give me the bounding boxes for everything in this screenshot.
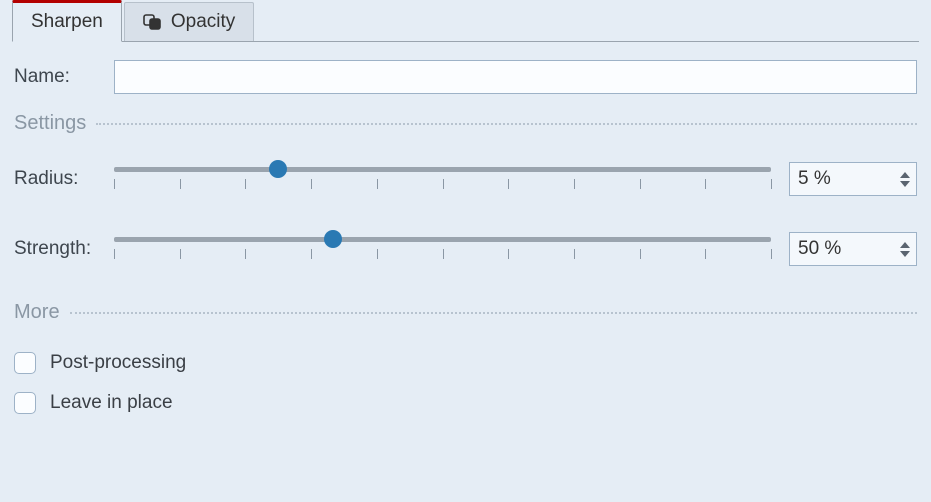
section-more: More <box>14 301 917 324</box>
strength-row: Strength: 50 % <box>14 231 917 267</box>
arrow-down-icon[interactable] <box>900 251 910 257</box>
radius-ticks <box>114 177 771 191</box>
section-settings-divider <box>96 123 917 125</box>
radius-slider[interactable] <box>114 161 771 197</box>
strength-thumb[interactable] <box>324 230 342 248</box>
radius-value: 5 % <box>790 163 894 195</box>
tab-bar: Sharpen Opacity <box>12 0 919 42</box>
section-more-title: More <box>14 301 60 324</box>
sharpen-panel: Sharpen Opacity Name: Settings Radius: <box>0 0 931 502</box>
arrow-up-icon[interactable] <box>900 242 910 248</box>
strength-track <box>114 237 771 242</box>
panel-body: Name: Settings Radius: 5 % <box>0 42 931 414</box>
leave-in-place-check[interactable]: Leave in place <box>14 392 917 414</box>
post-processing-check[interactable]: Post-processing <box>14 352 917 374</box>
section-settings: Settings <box>14 112 917 135</box>
section-more-divider <box>70 312 917 314</box>
section-settings-title: Settings <box>14 112 86 135</box>
radius-row: Radius: 5 % <box>14 161 917 197</box>
strength-stepper[interactable] <box>894 233 916 265</box>
tab-opacity-label: Opacity <box>171 11 235 33</box>
strength-ticks <box>114 247 771 261</box>
radius-spinner[interactable]: 5 % <box>789 162 917 196</box>
name-label: Name: <box>14 66 114 88</box>
name-row: Name: <box>14 60 917 94</box>
strength-slider[interactable] <box>114 231 771 267</box>
strength-label: Strength: <box>14 238 114 260</box>
strength-spinner[interactable]: 50 % <box>789 232 917 266</box>
post-processing-label: Post-processing <box>50 352 186 374</box>
strength-value: 50 % <box>790 233 894 265</box>
radius-stepper[interactable] <box>894 163 916 195</box>
arrow-down-icon[interactable] <box>900 181 910 187</box>
name-input[interactable] <box>114 60 917 94</box>
tab-sharpen[interactable]: Sharpen <box>12 0 122 42</box>
arrow-up-icon[interactable] <box>900 172 910 178</box>
checkbox-icon[interactable] <box>14 352 36 374</box>
mask-icon <box>143 13 165 31</box>
radius-thumb[interactable] <box>269 160 287 178</box>
checkbox-icon[interactable] <box>14 392 36 414</box>
tab-opacity[interactable]: Opacity <box>124 2 254 41</box>
tab-sharpen-label: Sharpen <box>31 11 103 33</box>
leave-in-place-label: Leave in place <box>50 392 173 414</box>
radius-label: Radius: <box>14 168 114 190</box>
radius-track <box>114 167 771 172</box>
